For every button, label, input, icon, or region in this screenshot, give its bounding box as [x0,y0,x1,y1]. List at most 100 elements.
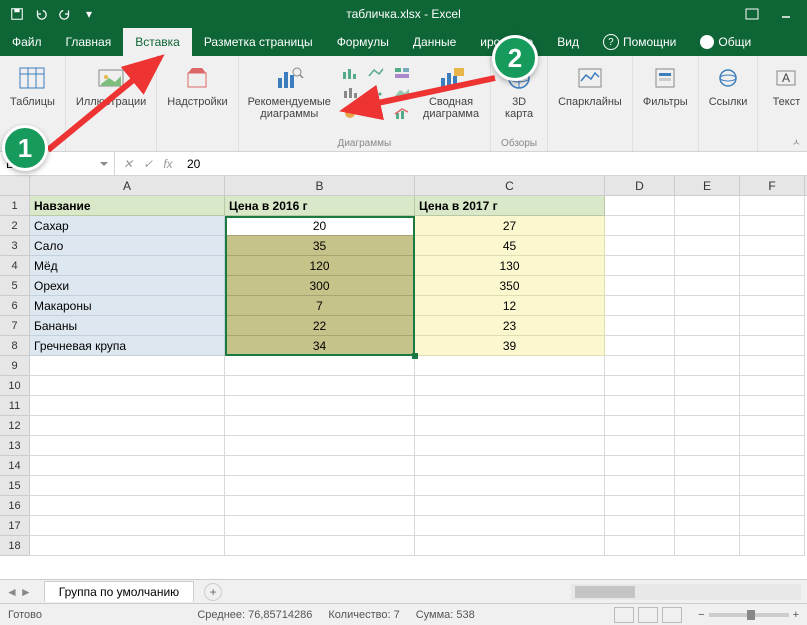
tab-view[interactable]: Вид [545,28,591,56]
cell[interactable] [415,416,605,436]
cell[interactable] [415,476,605,496]
horizontal-scrollbar[interactable] [571,584,801,600]
row-header[interactable]: 14 [0,456,30,476]
cell[interactable] [605,516,675,536]
filters-button[interactable]: Фильтры [639,60,692,110]
cell[interactable] [605,296,675,316]
cell[interactable] [225,416,415,436]
cell[interactable] [225,396,415,416]
cell[interactable] [415,496,605,516]
cell[interactable] [415,376,605,396]
row-header[interactable]: 17 [0,516,30,536]
cell[interactable] [415,436,605,456]
cell[interactable] [740,236,805,256]
cell[interactable]: 7 [225,296,415,316]
undo-button[interactable] [30,3,52,25]
cell[interactable] [605,356,675,376]
cell[interactable] [740,336,805,356]
cell[interactable] [740,396,805,416]
cell[interactable]: Макароны [30,296,225,316]
sheet-nav-prev-icon[interactable]: ◄ [6,585,18,599]
cell[interactable] [415,456,605,476]
row-header[interactable]: 16 [0,496,30,516]
cell[interactable] [415,396,605,416]
new-sheet-button[interactable]: + [204,583,222,601]
cell[interactable] [30,356,225,376]
cell[interactable] [740,356,805,376]
redo-button[interactable] [54,3,76,25]
cell[interactable] [740,316,805,336]
sheet-tab-default[interactable]: Группа по умолчанию [44,581,194,602]
cell[interactable] [605,216,675,236]
cell[interactable] [740,536,805,556]
cell[interactable] [30,476,225,496]
cell[interactable]: 130 [415,256,605,276]
cell[interactable]: Сало [30,236,225,256]
cell[interactable]: 27 [415,216,605,236]
cell[interactable] [225,516,415,536]
cell[interactable] [740,256,805,276]
row-header[interactable]: 1 [0,196,30,216]
cell[interactable]: Цена в 2016 г [225,196,415,216]
cell[interactable] [675,516,740,536]
row-header[interactable]: 18 [0,536,30,556]
cell[interactable] [225,456,415,476]
col-header-a[interactable]: A [30,176,225,195]
cell[interactable] [740,476,805,496]
zoom-out-icon[interactable]: − [698,609,704,621]
tab-data[interactable]: Данные [401,28,468,56]
cell[interactable] [675,396,740,416]
cell[interactable] [225,476,415,496]
cell[interactable]: 300 [225,276,415,296]
cell[interactable] [30,516,225,536]
row-header[interactable]: 9 [0,356,30,376]
text-button[interactable]: A Текст [764,60,807,110]
cell[interactable] [605,536,675,556]
view-normal-icon[interactable] [614,607,634,623]
cell[interactable] [675,236,740,256]
cell[interactable] [30,536,225,556]
cell[interactable]: Мёд [30,256,225,276]
cell[interactable] [225,356,415,376]
cell[interactable] [675,196,740,216]
cell[interactable] [605,476,675,496]
cell[interactable] [30,416,225,436]
cell[interactable]: 22 [225,316,415,336]
cell[interactable] [605,236,675,256]
cell[interactable] [675,316,740,336]
recommended-charts-button[interactable]: Рекомендуемые диаграммы [245,60,334,122]
cell[interactable]: 20 [225,216,415,236]
zoom-slider[interactable]: − + [698,609,799,621]
row-header[interactable]: 2 [0,216,30,236]
cell[interactable] [740,376,805,396]
collapse-ribbon-icon[interactable]: ㅅ [792,134,801,149]
row-header[interactable]: 13 [0,436,30,456]
cell[interactable] [675,436,740,456]
cell[interactable] [740,456,805,476]
cell[interactable]: 45 [415,236,605,256]
selection-fill-handle[interactable] [412,353,418,359]
cell[interactable]: 23 [415,316,605,336]
row-header[interactable]: 15 [0,476,30,496]
cell[interactable] [605,496,675,516]
cell[interactable] [30,376,225,396]
cell[interactable] [675,496,740,516]
cell[interactable] [605,376,675,396]
cell[interactable]: Сахар [30,216,225,236]
tab-share[interactable]: Общи [688,28,763,56]
cell[interactable] [225,536,415,556]
spreadsheet-grid[interactable]: A B C D E F 1 Навзание Цена в 2016 г Цен… [0,176,807,556]
cell[interactable] [605,416,675,436]
cell[interactable] [740,196,805,216]
ribbon-display-options-icon[interactable] [739,3,765,25]
cell[interactable] [605,256,675,276]
cell[interactable] [605,316,675,336]
col-header-c[interactable]: C [415,176,605,195]
cell[interactable] [30,496,225,516]
minimize-button[interactable] [773,3,799,25]
col-header-f[interactable]: F [740,176,805,195]
cell[interactable]: Навзание [30,196,225,216]
cell[interactable]: Цена в 2017 г [415,196,605,216]
cell[interactable] [225,376,415,396]
cell[interactable] [675,256,740,276]
